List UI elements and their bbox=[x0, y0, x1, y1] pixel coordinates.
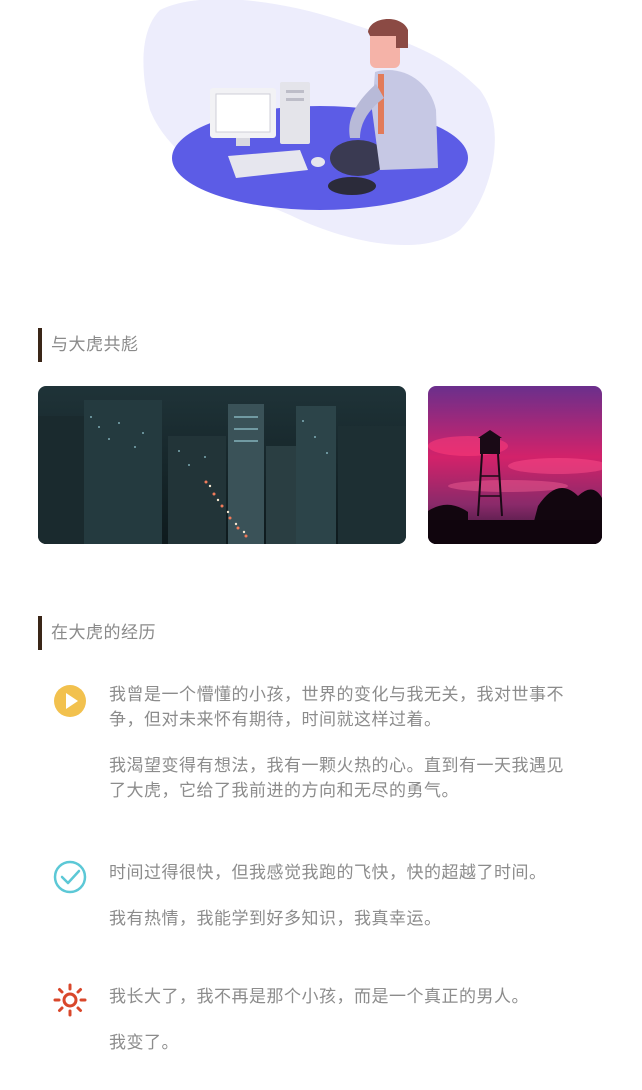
section-title-gallery: 与大虎共彪 bbox=[38, 328, 139, 362]
timeline-paragraph: 我变了。 bbox=[109, 1033, 179, 1053]
play-circle-icon bbox=[52, 683, 88, 719]
check-circle-icon bbox=[52, 859, 88, 895]
timeline-text: 我长大了，我不再是那个小孩，而是一个真正的男人。 我变了。 bbox=[109, 985, 569, 1077]
timeline-text: 时间过得很快，但我感觉我跑的飞快，快的超越了时间。 我有热情，我能学到好多知识，… bbox=[109, 861, 569, 953]
timeline-paragraph: 我长大了，我不再是那个小孩，而是一个真正的男人。 bbox=[109, 987, 529, 1007]
timeline-paragraph: 我渴望变得有想法，我有一颗火热的心。直到有一天我遇见了大虎，它给了我前进的方向和… bbox=[109, 756, 564, 801]
timeline-text: 我曾是一个懵懂的小孩，世界的变化与我无关，我对世事不争，但对未来怀有期待，时间就… bbox=[109, 683, 569, 825]
section-title-experience: 在大虎的经历 bbox=[38, 616, 156, 650]
timeline-paragraph: 我曾是一个懵懂的小孩，世界的变化与我无关，我对世事不争，但对未来怀有期待，时间就… bbox=[109, 685, 564, 730]
timeline-paragraph: 时间过得很快，但我感觉我跑的飞快，快的超越了时间。 bbox=[109, 863, 547, 883]
timeline-paragraph: 我有热情，我能学到好多知识，我真幸运。 bbox=[109, 909, 442, 929]
city-night-photo[interactable] bbox=[38, 386, 406, 544]
hero-illustration bbox=[0, 0, 642, 260]
pink-sunset-tower-photo[interactable] bbox=[428, 386, 602, 544]
person-at-computer-illustration bbox=[143, 0, 495, 246]
image-gallery bbox=[38, 386, 642, 544]
sun-icon bbox=[52, 982, 88, 1018]
